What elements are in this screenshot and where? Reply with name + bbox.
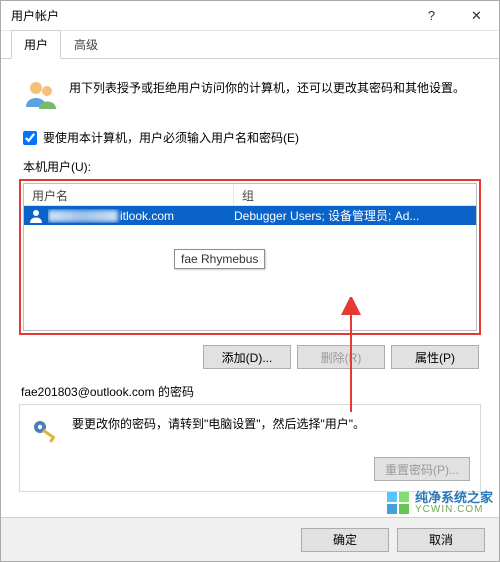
- add-user-button[interactable]: 添加(D)...: [203, 345, 291, 369]
- tabstrip: 用户 高级: [1, 31, 499, 59]
- watermark-line2: YCWIN.COM: [415, 505, 493, 516]
- dialog-footer: 确定 取消: [1, 517, 499, 561]
- window-title: 用户帐户: [11, 7, 59, 24]
- reset-password-button[interactable]: 重置密码(P)...: [374, 457, 470, 481]
- tab-users[interactable]: 用户: [11, 30, 61, 59]
- watermark-line1: 纯净系统之家: [415, 491, 493, 505]
- users-listbox[interactable]: 用户名 组 itlook.com Debugger Users; 设备管理员; …: [23, 183, 477, 331]
- remove-user-button[interactable]: 删除(R): [297, 345, 385, 369]
- user-username-cell: itlook.com: [48, 209, 234, 223]
- listbox-rows: itlook.com Debugger Users; 设备管理员; Ad... …: [24, 206, 476, 330]
- cancel-button[interactable]: 取消: [397, 528, 485, 552]
- help-button[interactable]: ?: [409, 1, 454, 30]
- ok-button[interactable]: 确定: [301, 528, 389, 552]
- users-list-label: 本机用户(U):: [19, 156, 481, 179]
- watermark-logo-icon: [387, 492, 409, 514]
- listbox-header: 用户名 组: [24, 184, 476, 206]
- user-icon: [28, 208, 44, 224]
- require-password-row[interactable]: 要使用本计算机，用户必须输入用户名和密码(E): [19, 125, 481, 156]
- properties-button[interactable]: 属性(P): [391, 345, 479, 369]
- titlebar[interactable]: 用户帐户 ? ✕: [1, 1, 499, 31]
- password-box: 要更改你的密码，请转到"电脑设置"，然后选择"用户"。 重置密码(P)...: [19, 404, 481, 492]
- close-button[interactable]: ✕: [454, 1, 499, 30]
- user-accounts-dialog: 用户帐户 ? ✕ 用户 高级 用下列表授予或拒绝用户访问你的计算机，还可以更改其…: [0, 0, 500, 562]
- window-controls: ? ✕: [409, 1, 499, 30]
- column-header-group[interactable]: 组: [234, 184, 476, 205]
- user-buttons-row: 添加(D)... 删除(R) 属性(P): [19, 335, 481, 373]
- column-header-username[interactable]: 用户名: [24, 184, 234, 205]
- obscured-username: [48, 210, 118, 222]
- dialog-body: 用下列表授予或拒绝用户访问你的计算机，还可以更改其密码和其他设置。 要使用本计算…: [1, 59, 499, 517]
- tab-advanced[interactable]: 高级: [61, 30, 111, 59]
- password-group-title: fae201803@outlook.com 的密码: [19, 381, 481, 404]
- user-row[interactable]: itlook.com Debugger Users; 设备管理员; Ad...: [24, 206, 476, 225]
- watermark: 纯净系统之家 YCWIN.COM: [387, 491, 493, 515]
- users-icon: [23, 77, 59, 113]
- password-section: fae201803@outlook.com 的密码 要更改你的密码，请转到"电脑…: [19, 381, 481, 492]
- password-hint-text: 要更改你的密码，请转到"电脑设置"，然后选择"用户"。: [72, 415, 470, 447]
- intro-row: 用下列表授予或拒绝用户访问你的计算机，还可以更改其密码和其他设置。: [19, 69, 481, 125]
- require-password-checkbox[interactable]: [23, 131, 37, 145]
- intro-text: 用下列表授予或拒绝用户访问你的计算机，还可以更改其密码和其他设置。: [69, 77, 477, 113]
- key-icon: [30, 415, 62, 447]
- annotation-highlight: 用户名 组 itlook.com Debugger Users; 设备管理员; …: [19, 179, 481, 335]
- username-tooltip: fae Rhymebus: [174, 249, 265, 269]
- user-group-cell: Debugger Users; 设备管理员; Ad...: [234, 207, 476, 224]
- password-hint-row: 要更改你的密码，请转到"电脑设置"，然后选择"用户"。: [30, 415, 470, 447]
- require-password-label: 要使用本计算机，用户必须输入用户名和密码(E): [43, 129, 299, 146]
